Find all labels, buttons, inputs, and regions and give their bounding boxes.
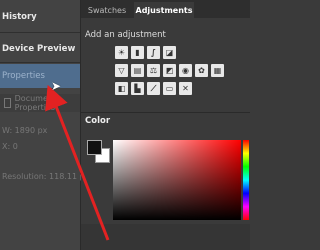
history-panel-tab[interactable]: History (0, 6, 80, 28)
vibrance-icon[interactable]: ▽ (115, 64, 128, 77)
foreground-color-swatch[interactable] (87, 140, 102, 155)
properties-label: Properties (2, 71, 45, 81)
right-panel: Swatches Adjustments Add an adjustment ☀… (81, 0, 250, 250)
tab-swatches[interactable]: Swatches (81, 2, 133, 18)
threshold-icon[interactable]: ⟋ (147, 82, 160, 95)
channel-mixer-icon[interactable]: ✿ (195, 64, 208, 77)
adjustment-icon-grid: ☀ ▮ ∫ ◪ ▽ ▤ ⚖ ◩ ◉ ✿ ▦ ◧ ▙ ⟋ ▭ ✕ (115, 46, 245, 100)
tab-adjustments-label: Adjustments (135, 5, 193, 15)
photo-filter-icon[interactable]: ◉ (179, 64, 192, 77)
curves-icon[interactable]: ∫ (147, 46, 160, 59)
device-preview-panel-tab[interactable]: Device Preview (0, 38, 80, 60)
levels-icon[interactable]: ▮ (131, 46, 144, 59)
posterize-icon[interactable]: ▙ (131, 82, 144, 95)
properties-panel-tab[interactable]: Properties (0, 64, 80, 88)
tab-color-label: Color (85, 116, 111, 126)
exposure-icon[interactable]: ◪ (163, 46, 176, 59)
foreground-background-swatches (87, 140, 110, 163)
document-properties-label: Document Properties (14, 94, 57, 112)
document-icon (4, 98, 11, 108)
mouse-cursor-icon: ➤ (51, 79, 62, 93)
gradient-map-icon[interactable]: ▭ (163, 82, 176, 95)
selective-color-icon[interactable]: ✕ (179, 82, 192, 95)
device-preview-label: Device Preview (2, 44, 76, 54)
invert-icon[interactable]: ◧ (115, 82, 128, 95)
add-adjustment-label: Add an adjustment (85, 30, 166, 40)
tab-swatches-label: Swatches (87, 5, 127, 15)
color-picker-field[interactable] (113, 140, 241, 220)
panel-tab-bar: Swatches Adjustments (81, 0, 250, 18)
black-white-icon[interactable]: ◩ (163, 64, 176, 77)
left-panel-dock: History Device Preview Properties Docume… (0, 0, 118, 250)
hue-saturation-icon[interactable]: ▤ (131, 64, 144, 77)
width-value: W: 1890 px (2, 126, 48, 135)
hue-slider[interactable] (243, 140, 249, 220)
divider (0, 62, 80, 63)
brightness-icon[interactable]: ☀ (115, 46, 128, 59)
divider (0, 32, 80, 33)
tab-adjustments[interactable]: Adjustments (134, 2, 194, 18)
document-properties-header: Document Properties (0, 94, 80, 112)
panel-footer (81, 224, 250, 250)
color-lookup-icon[interactable]: ▦ (211, 64, 224, 77)
history-label: History (2, 12, 37, 22)
x-value: X: 0 (2, 142, 18, 151)
color-balance-icon[interactable]: ⚖ (147, 64, 160, 77)
tab-color[interactable]: Color (81, 113, 141, 129)
